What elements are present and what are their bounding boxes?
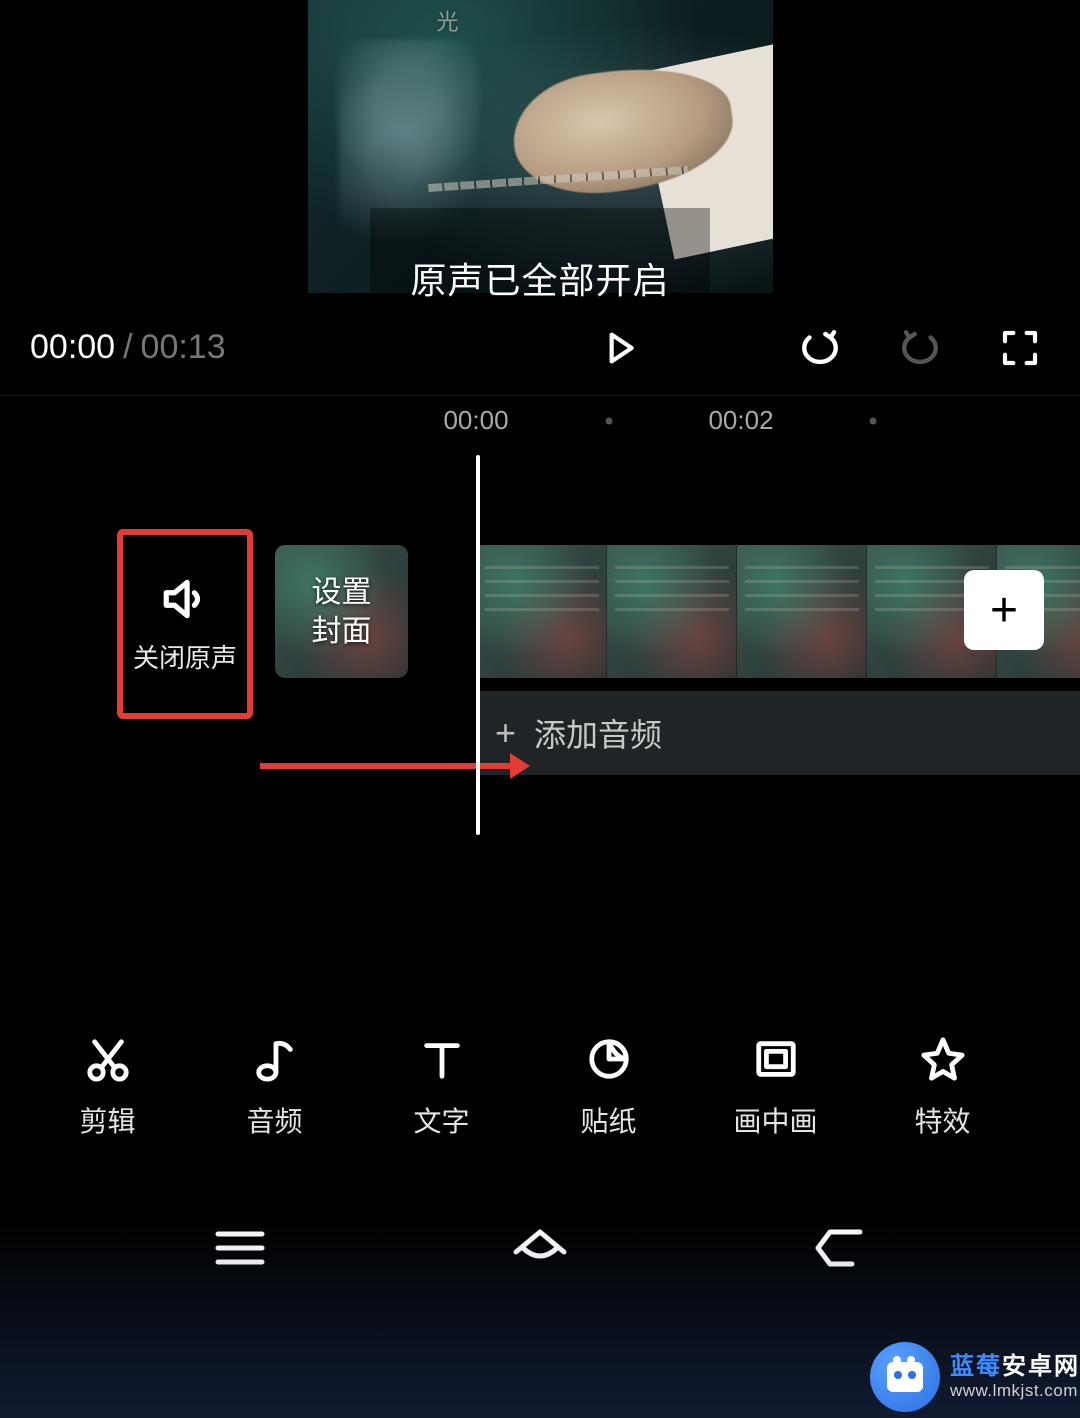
clip-frame (607, 545, 737, 678)
ruler-dot (870, 417, 877, 424)
fullscreen-icon (1000, 328, 1040, 368)
tool-label: 音频 (246, 1100, 302, 1140)
watermark-brand-prefix: 蓝莓 (950, 1353, 1002, 1380)
redo-button[interactable] (890, 318, 950, 378)
add-clip-button[interactable]: + (964, 570, 1044, 650)
add-audio-label: 添加音频 (534, 710, 662, 756)
preview-poster-text: 光 (338, 10, 458, 32)
tool-pip[interactable]: 画中画 (743, 1036, 808, 1140)
timeline-ruler[interactable]: 00:00 00:02 (0, 395, 1080, 445)
clip-frame (737, 545, 867, 678)
tool-label: 特效 (914, 1100, 970, 1140)
preview-area: 光 原声已全部开启 (0, 0, 1080, 300)
undo-button[interactable] (790, 318, 850, 378)
ruler-tick: 00:00 (443, 405, 508, 436)
back-icon (812, 1226, 868, 1270)
tool-sticker[interactable]: 贴纸 (576, 1036, 641, 1140)
watermark-url: www.lmkjst.com (950, 1381, 1080, 1401)
watermark-logo-icon (870, 1342, 940, 1412)
watermark-brand: 蓝莓安卓网 (950, 1353, 1080, 1381)
plus-icon: + (495, 712, 516, 754)
toast-message: 原声已全部开启 (410, 252, 669, 304)
time-display: 00:00 / 00:13 (30, 328, 226, 367)
undo-icon (799, 327, 841, 369)
mute-original-label: 关闭原声 (133, 638, 237, 675)
time-total: 00:13 (141, 328, 226, 367)
tool-fx[interactable]: 特效 (910, 1036, 975, 1140)
tool-label: 画中画 (734, 1100, 818, 1140)
menu-icon (212, 1226, 268, 1270)
video-preview[interactable]: 光 (308, 0, 773, 293)
time-current: 00:00 (30, 328, 115, 367)
set-cover-button[interactable]: 设置 封面 (275, 545, 408, 678)
tool-edit[interactable]: 剪辑 (75, 1036, 140, 1140)
tool-label: 剪辑 (79, 1100, 135, 1140)
timeline[interactable]: 关闭原声 设置 封面 + + 添加音频 (0, 445, 1080, 885)
mute-original-sound-button[interactable]: 关闭原声 (117, 529, 253, 719)
redo-icon (899, 327, 941, 369)
tool-label: 贴纸 (580, 1100, 636, 1140)
ruler-tick: 00:02 (708, 405, 773, 436)
tool-audio[interactable]: 音频 (242, 1036, 307, 1140)
system-nav-bar (0, 1203, 1080, 1298)
play-icon (600, 328, 640, 368)
ruler-dot (606, 417, 613, 424)
time-separator: / (123, 328, 132, 367)
plus-icon: + (990, 583, 1018, 638)
music-note-icon (252, 1036, 298, 1082)
picture-in-picture-icon (753, 1036, 799, 1082)
set-cover-label: 设置 封面 (312, 573, 372, 651)
clip-frame (477, 545, 607, 678)
playback-controls: 00:00 / 00:13 (0, 300, 1080, 395)
tool-label: 文字 (413, 1100, 469, 1140)
home-icon (512, 1226, 568, 1270)
watermark-brand-suffix: 安卓网 (1002, 1353, 1080, 1380)
tool-text[interactable]: 文字 (409, 1036, 474, 1140)
fullscreen-button[interactable] (990, 318, 1050, 378)
speaker-icon (160, 574, 210, 624)
home-button[interactable] (512, 1226, 568, 1275)
text-icon (419, 1036, 465, 1082)
playhead[interactable] (476, 455, 480, 835)
star-icon (920, 1036, 966, 1082)
sticker-icon (586, 1036, 632, 1082)
scissors-icon (85, 1036, 131, 1082)
play-button[interactable] (590, 318, 650, 378)
recents-button[interactable] (212, 1226, 268, 1275)
watermark: 蓝莓安卓网 www.lmkjst.com (856, 1334, 1080, 1418)
tool-strip: 剪辑 音频 文字 贴纸 画中画 特效 (0, 1018, 1080, 1158)
add-audio-track[interactable]: + 添加音频 (477, 691, 1080, 775)
back-button[interactable] (812, 1226, 868, 1275)
